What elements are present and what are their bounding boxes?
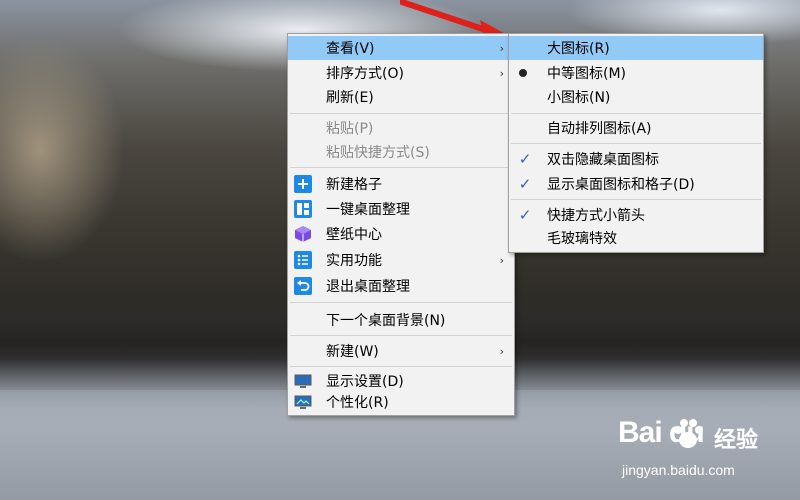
- menu-item-label: 双击隐藏桌面图标: [547, 152, 659, 168]
- watermark-cn-text: 经验: [714, 428, 759, 453]
- checkmark-icon: ✓: [518, 175, 532, 193]
- menu-item-label: 下一个桌面背景(N): [326, 313, 446, 329]
- submenu-item-small-icons[interactable]: 小图标(N): [509, 85, 763, 109]
- menu-item-label: 中等图标(M): [547, 66, 627, 82]
- menu-item-label: 显示桌面图标和格子(D): [547, 177, 695, 193]
- menu-item-personalize[interactable]: 个性化(R): [288, 390, 514, 414]
- menu-item-wallpaper-center[interactable]: 壁纸中心: [288, 222, 514, 246]
- submenu-item-auto-arrange[interactable]: 自动排列图标(A): [509, 116, 763, 140]
- menu-item-label: 小图标(N): [547, 90, 611, 106]
- menu-item-paste[interactable]: 粘贴(P): [288, 116, 514, 140]
- menu-item-new[interactable]: 新建(W) ›: [288, 339, 514, 363]
- menu-item-label: 粘贴(P): [326, 121, 374, 137]
- menu-separator: [290, 366, 512, 367]
- monitor-icon: [294, 372, 312, 390]
- menu-item-utilities[interactable]: 实用功能 ›: [288, 248, 514, 272]
- menu-item-label: 毛玻璃特效: [547, 231, 617, 247]
- menu-separator: [290, 302, 512, 303]
- submenu-arrow-icon: ›: [499, 41, 504, 55]
- plus-icon: [294, 175, 312, 193]
- cube-icon: [294, 225, 312, 243]
- watermark-url: jingyan.baidu.com: [622, 462, 735, 478]
- baidu-jingyan-watermark: Bai du 经验 jingyan.baidu.com: [614, 410, 800, 500]
- paw-logo-icon: [674, 419, 703, 448]
- submenu-arrow-icon: ›: [499, 66, 504, 80]
- menu-separator: [290, 335, 512, 336]
- menu-item-label: 显示设置(D): [326, 374, 404, 390]
- menu-item-label: 壁纸中心: [326, 227, 382, 243]
- menu-separator: [511, 143, 761, 144]
- menu-item-refresh[interactable]: 刷新(E): [288, 85, 514, 109]
- menu-item-exit-organize[interactable]: 退出桌面整理: [288, 274, 514, 298]
- menu-item-label: 排序方式(O): [326, 66, 404, 82]
- menu-separator: [290, 167, 512, 168]
- menu-item-label: 刷新(E): [326, 90, 374, 106]
- menu-item-sort-by[interactable]: 排序方式(O) ›: [288, 61, 514, 85]
- layout-grid-icon: [294, 200, 312, 218]
- menu-item-label: 查看(V): [326, 41, 375, 57]
- menu-item-label: 一键桌面整理: [326, 202, 410, 218]
- submenu-item-medium-icons[interactable]: 中等图标(M): [509, 61, 763, 85]
- menu-item-label: 大图标(R): [547, 41, 610, 57]
- menu-item-label: 退出桌面整理: [326, 279, 410, 295]
- menu-item-label: 个性化(R): [326, 395, 389, 411]
- menu-item-label: 新建(W): [326, 344, 379, 360]
- menu-item-label: 粘贴快捷方式(S): [326, 145, 430, 161]
- menu-item-view[interactable]: 查看(V) ›: [288, 36, 514, 60]
- menu-item-one-click-organize[interactable]: 一键桌面整理: [288, 197, 514, 221]
- undo-icon: [294, 277, 312, 295]
- menu-item-label: 快捷方式小箭头: [547, 208, 645, 224]
- menu-separator: [511, 199, 761, 200]
- checkmark-icon: ✓: [518, 150, 532, 168]
- menu-item-label: 新建格子: [326, 177, 382, 193]
- view-submenu: 大图标(R) 中等图标(M) 小图标(N) 自动排列图标(A) ✓ 双击隐藏桌面…: [508, 33, 764, 253]
- menu-item-label: 自动排列图标(A): [547, 121, 652, 137]
- submenu-item-show-icons-and-grids[interactable]: ✓ 显示桌面图标和格子(D): [509, 172, 763, 196]
- checkmark-icon: ✓: [518, 206, 532, 224]
- list-icon: [294, 251, 312, 269]
- submenu-item-double-click-hide[interactable]: ✓ 双击隐藏桌面图标: [509, 147, 763, 171]
- submenu-item-shortcut-arrow[interactable]: ✓ 快捷方式小箭头: [509, 203, 763, 227]
- radio-selected-dot-icon: [519, 69, 527, 77]
- submenu-arrow-icon: ›: [499, 253, 504, 267]
- submenu-arrow-icon: ›: [499, 344, 504, 358]
- personalize-monitor-icon: [294, 393, 312, 411]
- menu-item-new-grid[interactable]: 新建格子: [288, 172, 514, 196]
- submenu-item-frosted-glass[interactable]: 毛玻璃特效: [509, 226, 763, 250]
- desktop-context-menu: 查看(V) › 排序方式(O) › 刷新(E) 粘贴(P) 粘贴快捷方式(S) …: [287, 33, 515, 416]
- menu-item-paste-shortcut[interactable]: 粘贴快捷方式(S): [288, 140, 514, 164]
- menu-item-label: 实用功能: [326, 253, 382, 269]
- submenu-item-large-icons[interactable]: 大图标(R): [509, 36, 763, 60]
- menu-separator: [290, 113, 512, 114]
- menu-separator: [511, 113, 761, 114]
- menu-item-next-background[interactable]: 下一个桌面背景(N): [288, 308, 514, 332]
